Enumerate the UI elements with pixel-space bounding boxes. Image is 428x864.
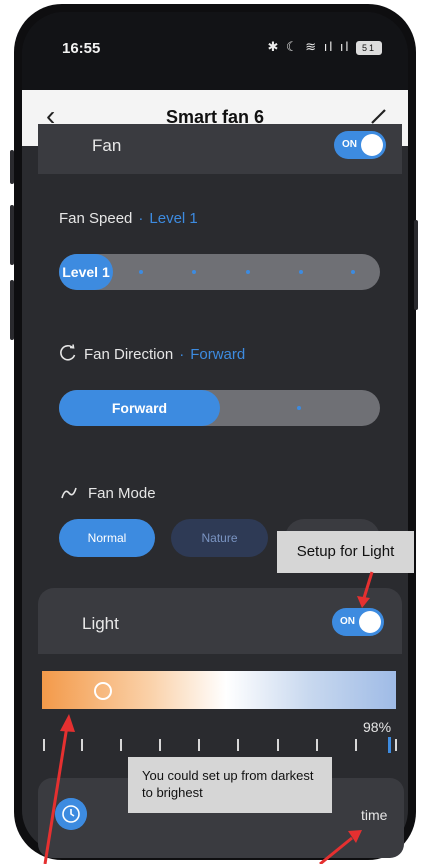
fan-direction-value: Forward xyxy=(190,346,246,363)
speed-step-dot[interactable] xyxy=(192,270,196,274)
brightness-tick xyxy=(43,739,45,751)
separator-dot: · xyxy=(179,346,185,363)
light-label: Light xyxy=(82,614,119,633)
mode-normal-button[interactable]: Normal xyxy=(59,519,155,557)
fan-speed-slider[interactable]: Level 1 xyxy=(59,254,380,290)
clock-icon[interactable] xyxy=(55,798,87,830)
refresh-icon xyxy=(60,344,76,361)
device-panel xyxy=(22,146,408,852)
battery-icon: 51 xyxy=(356,40,382,55)
light-toggle-label: ON xyxy=(340,616,355,627)
separator-dot: · xyxy=(138,210,144,227)
brightness-tick xyxy=(316,739,318,751)
fan-direction-pill: Forward xyxy=(59,390,220,426)
status-icons: ✱ ☾ ≋ ıl ıl 51 xyxy=(267,39,382,55)
fan-speed-value: Level 1 xyxy=(149,210,198,227)
brightness-tick xyxy=(120,739,122,751)
brightness-tick xyxy=(355,739,357,751)
brightness-tick xyxy=(159,739,161,751)
fan-toggle[interactable]: ON xyxy=(334,131,386,159)
wave-icon xyxy=(61,487,77,499)
brightness-tick xyxy=(81,739,83,751)
speed-step-dot[interactable] xyxy=(139,270,143,274)
brightness-tick xyxy=(277,739,279,751)
fan-speed-title: Fan Speed xyxy=(59,210,133,227)
brightness-handle[interactable] xyxy=(388,737,391,753)
mode-nature-button[interactable]: Nature xyxy=(171,519,268,557)
side-button xyxy=(10,150,14,184)
direction-step-dot[interactable] xyxy=(297,406,301,410)
schedule-time-label: time xyxy=(361,807,388,823)
fan-label: Fan xyxy=(92,136,122,155)
color-slider-handle[interactable] xyxy=(94,682,112,700)
status-time: 16:55 xyxy=(62,40,101,57)
brightness-tick xyxy=(237,739,239,751)
speed-step-dot[interactable] xyxy=(351,270,355,274)
side-button xyxy=(10,280,14,340)
fan-direction-slider[interactable]: Forward xyxy=(59,390,380,426)
light-toggle[interactable]: ON xyxy=(332,608,384,636)
toggle-knob xyxy=(359,611,381,633)
status-bar: 16:55 ✱ ☾ ≋ ıl ıl 51 xyxy=(22,12,408,90)
setup-callout: Setup for Light xyxy=(277,531,414,573)
fan-direction-title: Fan Direction xyxy=(84,346,174,363)
fan-speed-label: Fan Speed · Level 1 xyxy=(59,210,198,227)
brightness-percent: 98% xyxy=(363,719,392,735)
fan-card: Fan ON xyxy=(38,124,402,174)
brightness-tick xyxy=(198,739,200,751)
status-icon-group: ✱ ☾ ≋ ıl ıl xyxy=(267,39,351,54)
brightness-tick xyxy=(395,739,397,751)
fan-toggle-label: ON xyxy=(342,139,357,150)
side-button xyxy=(414,220,418,310)
speed-step-dot[interactable] xyxy=(246,270,250,274)
light-card: Light ON xyxy=(38,588,402,654)
fan-direction-label: Fan Direction · Forward xyxy=(84,346,245,363)
toggle-knob xyxy=(361,134,383,156)
range-callout: You could set up from darkest to brighes… xyxy=(128,757,332,813)
fan-mode-label: Fan Mode xyxy=(88,485,156,502)
side-button xyxy=(10,205,14,265)
speed-step-dot[interactable] xyxy=(299,270,303,274)
fan-speed-pill: Level 1 xyxy=(59,254,113,290)
